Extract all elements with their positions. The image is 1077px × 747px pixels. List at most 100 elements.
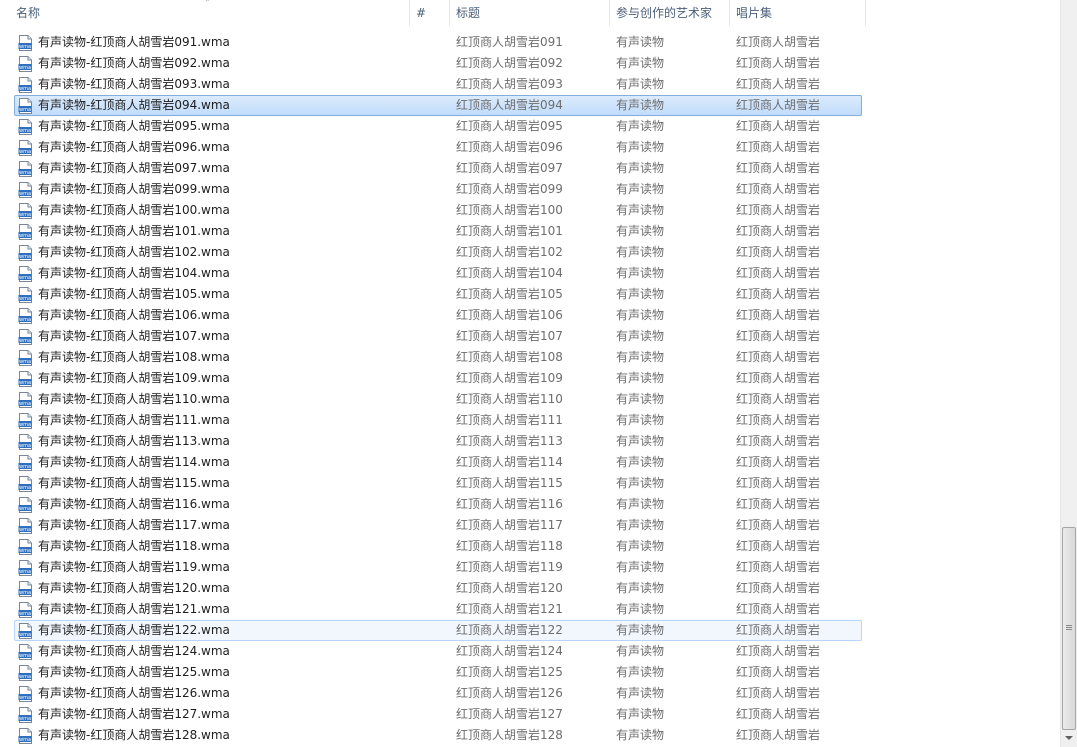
wma-audio-file-icon: wma [18,623,32,639]
artist-cell: 有声读物 [616,56,665,70]
vertical-scrollbar[interactable] [1060,0,1077,747]
album-cell: 红顶商人胡雪岩 [736,497,821,511]
table-row[interactable]: wma 有声读物-红顶商人胡雪岩120.wma 红顶商人胡雪岩120 有声读物 红顶商人… [0,578,1060,599]
table-row[interactable]: wma 有声读物-红顶商人胡雪岩122.wma 红顶商人胡雪岩122 有声读物 红顶商人… [0,620,1060,641]
title-cell: 红顶商人胡雪岩118 [456,539,563,553]
table-row[interactable]: wma 有声读物-红顶商人胡雪岩096.wma 红顶商人胡雪岩096 有声读物 红顶商人… [0,137,1060,158]
table-row[interactable]: wma 有声读物-红顶商人胡雪岩126.wma 红顶商人胡雪岩126 有声读物 红顶商人… [0,683,1060,704]
file-name-cell[interactable]: 有声读物-红顶商人胡雪岩124.wma [38,641,408,662]
column-header-number[interactable]: # [410,0,450,26]
wma-audio-file-icon: wma [18,119,32,135]
file-name-cell[interactable]: 有声读物-红顶商人胡雪岩105.wma [38,284,408,305]
file-name-cell[interactable]: 有声读物-红顶商人胡雪岩104.wma [38,263,408,284]
table-row[interactable]: wma 有声读物-红顶商人胡雪岩116.wma 红顶商人胡雪岩116 有声读物 红顶商人… [0,494,1060,515]
artist-cell: 有声读物 [616,476,665,490]
file-name-cell[interactable]: 有声读物-红顶商人胡雪岩095.wma [38,116,408,137]
table-row[interactable]: wma 有声读物-红顶商人胡雪岩100.wma 红顶商人胡雪岩100 有声读物 红顶商人… [0,200,1060,221]
table-row[interactable]: wma 有声读物-红顶商人胡雪岩113.wma 红顶商人胡雪岩113 有声读物 红顶商人… [0,431,1060,452]
table-row[interactable]: wma 有声读物-红顶商人胡雪岩111.wma 红顶商人胡雪岩111 有声读物 红顶商人… [0,410,1060,431]
column-header-artist[interactable]: 参与创作的艺术家 [610,0,730,26]
table-row[interactable]: wma 有声读物-红顶商人胡雪岩124.wma 红顶商人胡雪岩124 有声读物 红顶商人… [0,641,1060,662]
artist-cell: 有声读物 [616,686,665,700]
file-name-cell[interactable]: 有声读物-红顶商人胡雪岩127.wma [38,704,408,725]
table-row[interactable]: wma 有声读物-红顶商人胡雪岩121.wma 红顶商人胡雪岩121 有声读物 红顶商人… [0,599,1060,620]
file-name-cell[interactable]: 有声读物-红顶商人胡雪岩118.wma [38,536,408,557]
file-icon-label: wma [19,191,31,197]
wma-audio-file-icon: wma [18,98,32,114]
file-name-cell[interactable]: 有声读物-红顶商人胡雪岩122.wma [38,620,408,641]
album-cell: 红顶商人胡雪岩 [736,224,821,238]
table-row[interactable]: wma 有声读物-红顶商人胡雪岩095.wma 红顶商人胡雪岩095 有声读物 红顶商人… [0,116,1060,137]
table-row[interactable]: wma 有声读物-红顶商人胡雪岩115.wma 红顶商人胡雪岩115 有声读物 红顶商人… [0,473,1060,494]
wma-audio-file-icon: wma [18,707,32,723]
column-header-title[interactable]: 标题 [450,0,610,26]
file-icon-label: wma [19,716,31,722]
file-name-cell[interactable]: 有声读物-红顶商人胡雪岩106.wma [38,305,408,326]
file-name-cell[interactable]: 有声读物-红顶商人胡雪岩114.wma [38,452,408,473]
table-row[interactable]: wma 有声读物-红顶商人胡雪岩125.wma 红顶商人胡雪岩125 有声读物 红顶商人… [0,662,1060,683]
column-header-album[interactable]: 唱片集 [730,0,866,26]
file-name-cell[interactable]: 有声读物-红顶商人胡雪岩128.wma [38,725,408,746]
title-cell: 红顶商人胡雪岩105 [456,287,563,301]
file-name-cell[interactable]: 有声读物-红顶商人胡雪岩097.wma [38,158,408,179]
scrollbar-thumb[interactable] [1062,527,1076,730]
table-row[interactable]: wma 有声读物-红顶商人胡雪岩117.wma 红顶商人胡雪岩117 有声读物 红顶商人… [0,515,1060,536]
artist-cell: 有声读物 [616,497,665,511]
artist-cell: 有声读物 [616,119,665,133]
file-name-cell[interactable]: 有声读物-红顶商人胡雪岩116.wma [38,494,408,515]
table-row[interactable]: wma 有声读物-红顶商人胡雪岩108.wma 红顶商人胡雪岩108 有声读物 红顶商人… [0,347,1060,368]
wma-audio-file-icon: wma [18,434,32,450]
table-row[interactable]: wma 有声读物-红顶商人胡雪岩118.wma 红顶商人胡雪岩118 有声读物 红顶商人… [0,536,1060,557]
file-name-cell[interactable]: 有声读物-红顶商人胡雪岩119.wma [38,557,408,578]
file-icon-label: wma [19,170,31,176]
artist-cell: 有声读物 [616,203,665,217]
file-name-cell[interactable]: 有声读物-红顶商人胡雪岩126.wma [38,683,408,704]
file-name-cell[interactable]: 有声读物-红顶商人胡雪岩117.wma [38,515,408,536]
file-name-cell[interactable]: 有声读物-红顶商人胡雪岩092.wma [38,53,408,74]
file-name-cell[interactable]: 有声读物-红顶商人胡雪岩100.wma [38,200,408,221]
file-name-cell[interactable]: 有声读物-红顶商人胡雪岩115.wma [38,473,408,494]
table-row[interactable]: wma 有声读物-红顶商人胡雪岩106.wma 红顶商人胡雪岩106 有声读物 红顶商人… [0,305,1060,326]
album-cell: 红顶商人胡雪岩 [736,686,821,700]
file-name-cell[interactable]: 有声读物-红顶商人胡雪岩107.wma [38,326,408,347]
table-row[interactable]: wma 有声读物-红顶商人胡雪岩104.wma 红顶商人胡雪岩104 有声读物 红顶商人… [0,263,1060,284]
table-row[interactable]: wma 有声读物-红顶商人胡雪岩094.wma 红顶商人胡雪岩094 有声读物 红顶商人… [0,95,1060,116]
file-name-cell[interactable]: 有声读物-红顶商人胡雪岩091.wma [38,32,408,53]
table-row[interactable]: wma 有声读物-红顶商人胡雪岩093.wma 红顶商人胡雪岩093 有声读物 红顶商人… [0,74,1060,95]
title-cell: 红顶商人胡雪岩102 [456,245,563,259]
file-name-cell[interactable]: 有声读物-红顶商人胡雪岩125.wma [38,662,408,683]
table-row[interactable]: wma 有声读物-红顶商人胡雪岩105.wma 红顶商人胡雪岩105 有声读物 红顶商人… [0,284,1060,305]
table-row[interactable]: wma 有声读物-红顶商人胡雪岩107.wma 红顶商人胡雪岩107 有声读物 红顶商人… [0,326,1060,347]
file-name-cell[interactable]: 有声读物-红顶商人胡雪岩109.wma [38,368,408,389]
table-row[interactable]: wma 有声读物-红顶商人胡雪岩109.wma 红顶商人胡雪岩109 有声读物 红顶商人… [0,368,1060,389]
file-name-cell[interactable]: 有声读物-红顶商人胡雪岩113.wma [38,431,408,452]
artist-cell: 有声读物 [616,434,665,448]
table-row[interactable]: wma 有声读物-红顶商人胡雪岩102.wma 红顶商人胡雪岩102 有声读物 红顶商人… [0,242,1060,263]
table-row[interactable]: wma 有声读物-红顶商人胡雪岩099.wma 红顶商人胡雪岩099 有声读物 红顶商人… [0,179,1060,200]
file-name-cell[interactable]: 有声读物-红顶商人胡雪岩093.wma [38,74,408,95]
table-row[interactable]: wma 有声读物-红顶商人胡雪岩127.wma 红顶商人胡雪岩127 有声读物 红顶商人… [0,704,1060,725]
file-name-cell[interactable]: 有声读物-红顶商人胡雪岩102.wma [38,242,408,263]
table-row[interactable]: wma 有声读物-红顶商人胡雪岩119.wma 红顶商人胡雪岩119 有声读物 红顶商人… [0,557,1060,578]
file-name-cell[interactable]: 有声读物-红顶商人胡雪岩110.wma [38,389,408,410]
table-row[interactable]: wma 有声读物-红顶商人胡雪岩101.wma 红顶商人胡雪岩101 有声读物 红顶商人… [0,221,1060,242]
table-row[interactable]: wma 有声读物-红顶商人胡雪岩128.wma 红顶商人胡雪岩128 有声读物 红顶商人… [0,725,1060,746]
wma-audio-file-icon: wma [18,560,32,576]
table-row[interactable]: wma 有声读物-红顶商人胡雪岩091.wma 红顶商人胡雪岩091 有声读物 红顶商人… [0,32,1060,53]
scroll-down-arrow-icon[interactable] [1065,736,1073,740]
file-name-cell[interactable]: 有声读物-红顶商人胡雪岩111.wma [38,410,408,431]
file-name-cell[interactable]: 有声读物-红顶商人胡雪岩108.wma [38,347,408,368]
table-row[interactable]: wma 有声读物-红顶商人胡雪岩092.wma 红顶商人胡雪岩092 有声读物 红顶商人… [0,53,1060,74]
file-name-cell[interactable]: 有声读物-红顶商人胡雪岩094.wma [38,95,408,116]
file-name-cell[interactable]: 有声读物-红顶商人胡雪岩120.wma [38,578,408,599]
file-name-cell[interactable]: 有声读物-红顶商人胡雪岩099.wma [38,179,408,200]
file-name-cell[interactable]: 有声读物-红顶商人胡雪岩096.wma [38,137,408,158]
file-name-cell[interactable]: 有声读物-红顶商人胡雪岩101.wma [38,221,408,242]
table-row[interactable]: wma 有声读物-红顶商人胡雪岩114.wma 红顶商人胡雪岩114 有声读物 红顶商人… [0,452,1060,473]
file-name-cell[interactable]: 有声读物-红顶商人胡雪岩121.wma [38,599,408,620]
column-header-name[interactable]: 名称 [10,0,410,26]
table-row[interactable]: wma 有声读物-红顶商人胡雪岩097.wma 红顶商人胡雪岩097 有声读物 红顶商人… [0,158,1060,179]
artist-cell: 有声读物 [616,728,665,742]
album-cell: 红顶商人胡雪岩 [736,581,821,595]
table-row[interactable]: wma 有声读物-红顶商人胡雪岩110.wma 红顶商人胡雪岩110 有声读物 红顶商人… [0,389,1060,410]
